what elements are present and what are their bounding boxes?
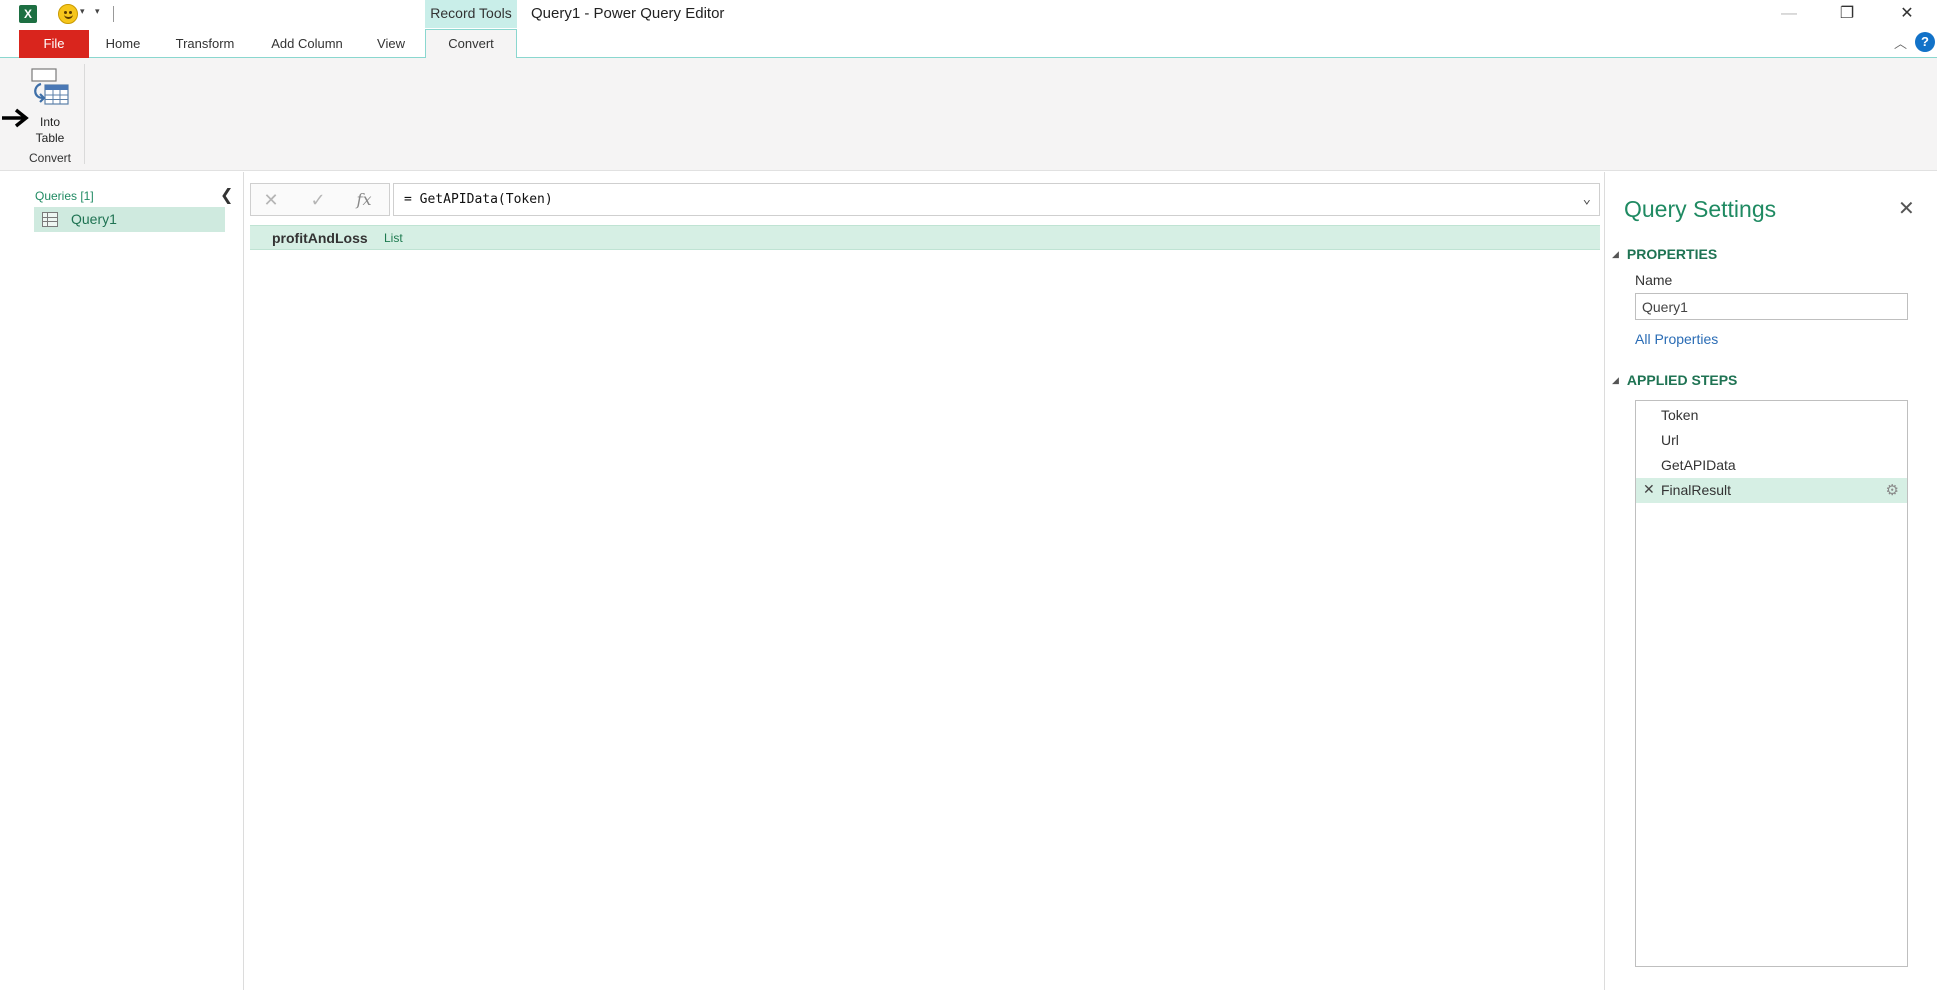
tab-file[interactable]: File: [19, 30, 89, 58]
fx-icon[interactable]: fx: [349, 189, 379, 211]
formula-text: = GetAPIData(Token): [404, 192, 553, 207]
quick-access-customize-icon[interactable]: ▾: [95, 6, 100, 17]
tab-add-column[interactable]: Add Column: [263, 30, 351, 58]
collapse-queries-icon[interactable]: ❮: [220, 185, 233, 205]
table-icon: [42, 212, 58, 227]
toolbar-separator: [113, 6, 114, 22]
name-label: Name: [1635, 272, 1673, 288]
tab-convert[interactable]: Convert: [425, 29, 517, 59]
step-url[interactable]: Url: [1636, 428, 1907, 453]
ribbon-tabs: File Home Transform Add Column View Conv…: [0, 28, 1937, 59]
tab-transform[interactable]: Transform: [167, 30, 243, 58]
commit-check-icon[interactable]: ✓: [303, 189, 333, 211]
record-field-name: profitAndLoss: [272, 230, 368, 246]
chevron-down-icon[interactable]: ⌄: [1583, 191, 1591, 207]
tab-view[interactable]: View: [369, 30, 413, 58]
all-properties-link[interactable]: All Properties: [1635, 331, 1718, 347]
into-table-button[interactable]: Into Table: [19, 62, 81, 145]
pointer-arrow-icon: [2, 108, 29, 128]
step-finalresult[interactable]: ✕ FinalResult ⚙: [1636, 478, 1907, 503]
step-label: Token: [1661, 407, 1699, 423]
ribbon-group-separator: [84, 64, 85, 164]
record-tools-contextual-label: Record Tools: [425, 0, 517, 28]
step-label: GetAPIData: [1661, 457, 1736, 473]
properties-header[interactable]: ◢ PROPERTIES: [1612, 246, 1717, 262]
step-label: Url: [1661, 432, 1679, 448]
query-settings-title: Query Settings: [1624, 196, 1777, 222]
cancel-icon[interactable]: ✕: [256, 189, 286, 211]
applied-steps-list: Token Url GetAPIData ✕ FinalResult ⚙: [1635, 400, 1908, 967]
queries-pane: Queries [1] ❮ Query1: [0, 172, 244, 990]
feedback-smiley-icon[interactable]: [58, 4, 78, 24]
record-row[interactable]: profitAndLoss List: [250, 225, 1600, 250]
query-name-field[interactable]: [1635, 293, 1908, 320]
title-bar: X ▾ ▾ Record Tools Query1 - Power Query …: [0, 0, 1937, 28]
window-title: Query1 - Power Query Editor: [531, 5, 725, 22]
properties-header-label: PROPERTIES: [1626, 246, 1718, 262]
gear-icon[interactable]: ⚙: [1886, 481, 1899, 499]
smiley-dropdown-icon[interactable]: ▾: [80, 6, 85, 17]
into-table-icon: [31, 68, 69, 105]
tab-home[interactable]: Home: [96, 30, 150, 58]
queries-title: Queries [1]: [35, 189, 94, 203]
excel-icon[interactable]: X: [19, 5, 37, 23]
query-item-query1[interactable]: Query1: [34, 207, 225, 232]
help-icon[interactable]: ?: [1915, 32, 1935, 52]
ribbon-group-label-convert: Convert: [28, 151, 72, 165]
formula-input[interactable]: = GetAPIData(Token) ⌄: [393, 183, 1600, 216]
close-icon[interactable]: ✕: [1884, 0, 1930, 28]
formula-bar-buttons: ✕ ✓ fx: [250, 183, 390, 216]
applied-steps-header-label: APPLIED STEPS: [1626, 372, 1738, 388]
delete-step-icon[interactable]: ✕: [1643, 481, 1655, 498]
applied-steps-header[interactable]: ◢ APPLIED STEPS: [1612, 372, 1737, 388]
collapse-ribbon-icon[interactable]: ︿: [1894, 33, 1907, 52]
ribbon-panel: Into Table Convert: [0, 58, 1937, 171]
step-label: FinalResult: [1661, 482, 1732, 498]
data-preview-area: ✕ ✓ fx = GetAPIData(Token) ⌄ profitAndLo…: [245, 172, 1605, 990]
close-settings-icon[interactable]: ✕: [1898, 196, 1915, 221]
record-field-value-link[interactable]: List: [384, 231, 403, 245]
into-table-label-line2: Table: [35, 131, 65, 145]
collapse-triangle-icon: ◢: [1612, 249, 1619, 259]
collapse-triangle-icon: ◢: [1612, 375, 1619, 385]
restore-icon[interactable]: ❐: [1824, 0, 1870, 28]
query-item-label: Query1: [71, 211, 117, 227]
query-settings-pane: Query Settings ✕ ◢ PROPERTIES Name All Pr…: [1606, 172, 1937, 990]
minimize-icon[interactable]: —: [1766, 0, 1812, 28]
step-token[interactable]: Token: [1636, 403, 1907, 428]
step-getapidata[interactable]: GetAPIData: [1636, 453, 1907, 478]
